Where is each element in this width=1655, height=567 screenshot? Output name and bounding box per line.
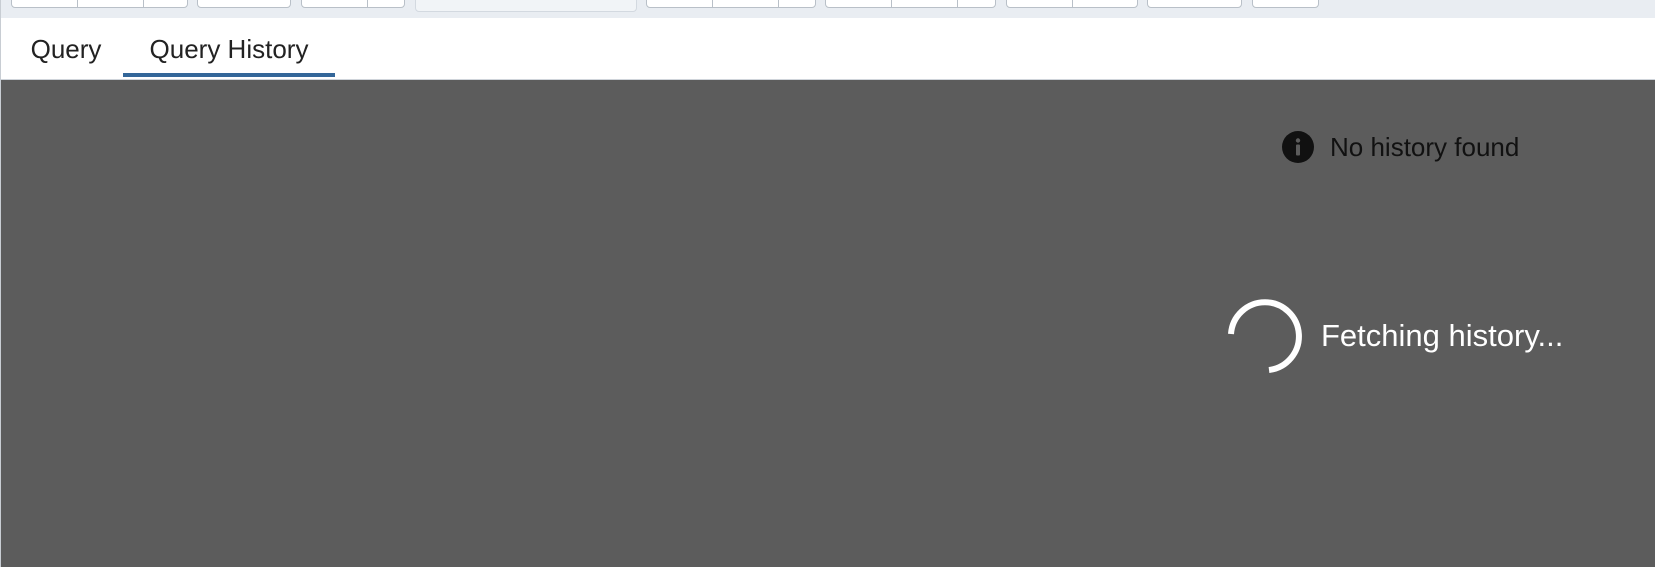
toolbar xyxy=(1,0,1655,19)
tab-query[interactable]: Query xyxy=(21,18,111,80)
toolbar-button[interactable] xyxy=(647,0,713,7)
spinner-icon xyxy=(1228,299,1302,373)
toolbar-button[interactable] xyxy=(78,0,144,7)
toolbar-limit-select[interactable] xyxy=(415,0,637,12)
toolbar-dropdown-button[interactable] xyxy=(779,0,815,7)
toolbar-group-download xyxy=(1252,0,1319,8)
toolbar-button[interactable] xyxy=(713,0,779,7)
empty-history-message: No history found xyxy=(1330,131,1520,162)
info-icon xyxy=(1282,131,1314,163)
toolbar-button[interactable] xyxy=(1253,0,1318,7)
toolbar-group-filter xyxy=(301,0,405,8)
toolbar-button[interactable] xyxy=(1007,0,1073,7)
toolbar-button[interactable] xyxy=(892,0,958,7)
tab-label: Query History xyxy=(149,34,309,64)
toolbar-dropdown-button[interactable] xyxy=(958,0,995,7)
toolbar-group-file xyxy=(11,0,188,8)
toolbar-button[interactable] xyxy=(198,0,290,7)
active-tab-indicator xyxy=(123,73,335,77)
query-history-content: No history found Fetching history... xyxy=(1,80,1655,567)
loading-message: Fetching history... xyxy=(1321,318,1564,353)
toolbar-button[interactable] xyxy=(826,0,892,7)
toolbar-group-explain xyxy=(825,0,996,8)
toolbar-button[interactable] xyxy=(1148,0,1241,7)
tab-query-history[interactable]: Query History xyxy=(123,18,335,80)
toolbar-button[interactable] xyxy=(12,0,78,7)
tab-label: Query xyxy=(30,34,102,64)
editor-tabs: Query Query History xyxy=(1,18,1655,80)
toolbar-group-execute xyxy=(646,0,816,8)
toolbar-dropdown-button[interactable] xyxy=(368,0,404,7)
toolbar-dropdown-button[interactable] xyxy=(144,0,187,7)
toolbar-button[interactable] xyxy=(1073,0,1137,7)
toolbar-group-macros xyxy=(1147,0,1242,8)
toolbar-group-edit xyxy=(197,0,291,8)
empty-history-notice: No history found xyxy=(1282,130,1519,164)
toolbar-button[interactable] xyxy=(302,0,368,7)
query-tool-panel: Query Query History No history found Fet… xyxy=(0,0,1655,567)
toolbar-group-transaction xyxy=(1006,0,1138,8)
loading-indicator: Fetching history... xyxy=(1223,294,1563,378)
